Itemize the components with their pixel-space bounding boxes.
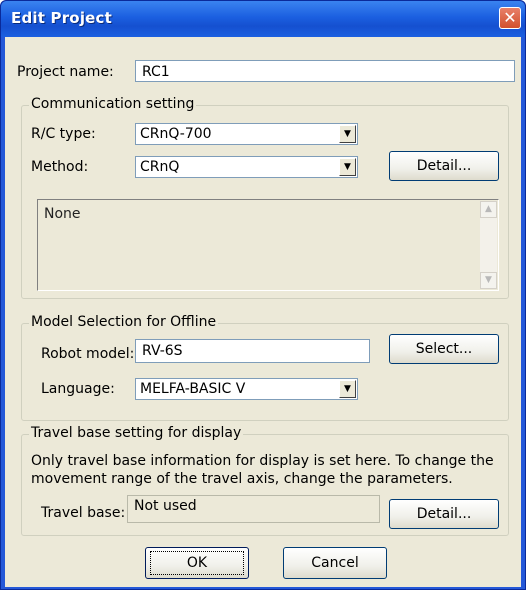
chevron-down-icon[interactable]: ▼ (339, 158, 356, 176)
select-robot-button[interactable]: Select... (389, 334, 499, 364)
travel-group-title: Travel base setting for display (29, 425, 244, 441)
chevron-down-icon[interactable]: ▼ (339, 125, 356, 143)
scroll-down-icon[interactable]: ▼ (480, 272, 497, 289)
robot-model-value: RV-6S (142, 343, 183, 359)
travel-description-line1: Only travel base information for display… (31, 453, 494, 469)
cancel-button[interactable]: Cancel (283, 547, 387, 579)
language-label: Language: (41, 381, 115, 397)
language-value: MELFA-BASIC V (140, 381, 246, 397)
language-select[interactable]: MELFA-BASIC V ▼ (135, 378, 358, 400)
robot-model-input[interactable]: RV-6S (135, 339, 370, 363)
robot-model-label: Robot model: (41, 346, 135, 362)
dialog-body: Project name: RC1 Communication setting … (5, 37, 521, 587)
vertical-scrollbar[interactable]: ▲ ▼ (480, 201, 497, 289)
communication-group-title: Communication setting (29, 96, 197, 112)
travel-description-line2: movement range of the travel axis, chang… (31, 471, 453, 487)
method-label: Method: (31, 159, 89, 175)
method-select[interactable]: CRnQ ▼ (135, 156, 358, 178)
ok-button[interactable]: OK (145, 547, 249, 579)
select-robot-label: Select... (415, 341, 473, 357)
project-name-input[interactable]: RC1 (135, 60, 515, 82)
edit-project-dialog: Edit Project ✕ Project name: RC1 Communi… (0, 0, 526, 590)
model-group-title: Model Selection for Offline (29, 314, 219, 330)
close-icon: ✕ (503, 8, 517, 27)
project-name-label: Project name: (17, 64, 114, 80)
rc-type-label: R/C type: (31, 126, 96, 142)
travel-detail-button[interactable]: Detail... (389, 499, 499, 529)
scroll-up-icon[interactable]: ▲ (480, 201, 497, 218)
communication-detail-label: Detail... (416, 158, 472, 174)
title-bar[interactable]: Edit Project ✕ (1, 1, 525, 37)
travel-base-field: Not used (127, 495, 380, 523)
travel-base-label: Travel base: (41, 505, 126, 521)
communication-info-text: None (44, 206, 81, 222)
travel-base-value: Not used (134, 498, 197, 514)
dialog-title: Edit Project (11, 9, 112, 27)
chevron-down-icon[interactable]: ▼ (339, 380, 356, 398)
method-value: CRnQ (140, 159, 180, 175)
focus-rectangle (150, 551, 244, 575)
cancel-label: Cancel (311, 555, 359, 571)
rc-type-select[interactable]: CRnQ-700 ▼ (135, 123, 358, 145)
rc-type-value: CRnQ-700 (140, 126, 212, 142)
project-name-value: RC1 (142, 64, 170, 80)
communication-info-box[interactable]: None ▲ ▼ (37, 199, 499, 291)
communication-detail-button[interactable]: Detail... (389, 151, 499, 181)
close-button[interactable]: ✕ (499, 7, 521, 29)
travel-detail-label: Detail... (416, 506, 472, 522)
